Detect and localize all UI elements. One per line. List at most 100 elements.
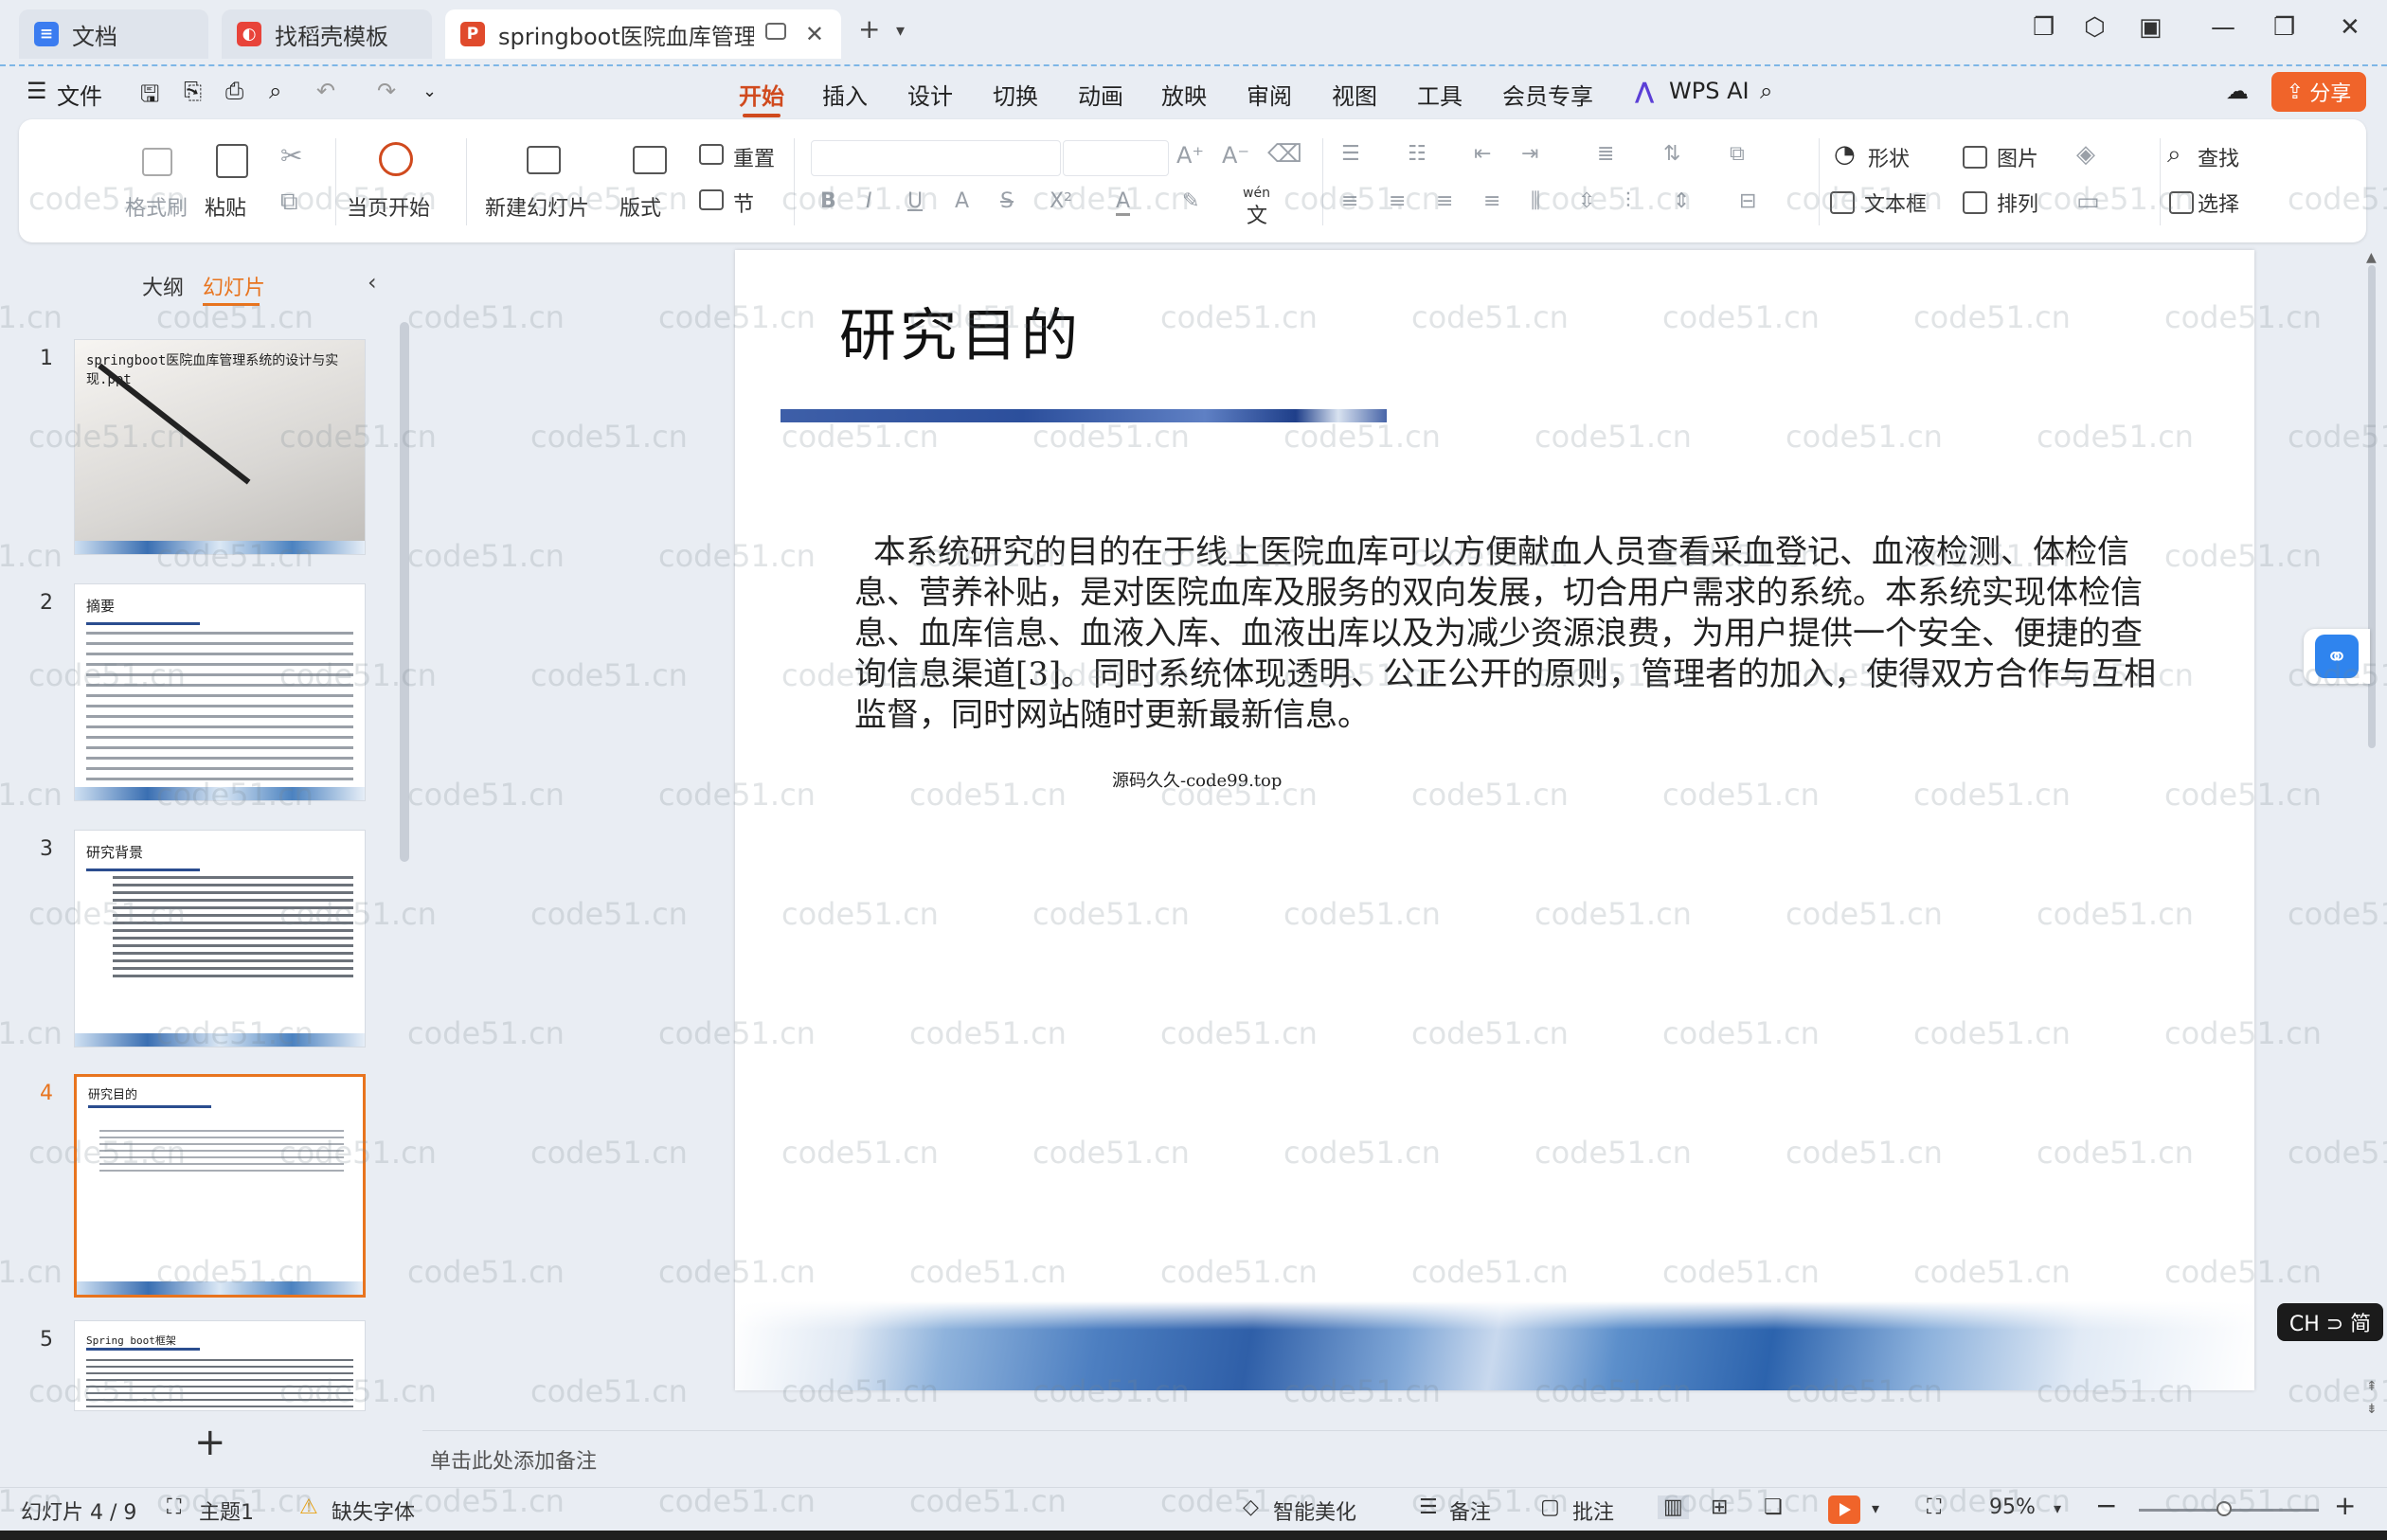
close-tab-icon[interactable]: ✕: [805, 21, 824, 47]
outline-icon[interactable]: ▭: [2076, 188, 2100, 216]
paragraph-spacing-icon[interactable]: ⇕: [1673, 189, 1690, 213]
redo-icon[interactable]: ↷: [377, 78, 396, 104]
font-color-icon[interactable]: A: [1116, 189, 1131, 216]
menu-view[interactable]: 视图: [1332, 78, 1377, 111]
save-icon[interactable]: 🖫: [140, 78, 159, 116]
add-slide-button[interactable]: +: [194, 1421, 226, 1464]
cut-icon[interactable]: ✂: [280, 140, 302, 171]
text-direction-icon[interactable]: ⇅: [1663, 142, 1680, 166]
highlight-icon[interactable]: ✎: [1182, 189, 1199, 213]
strikethrough-icon[interactable]: S: [1000, 189, 1014, 213]
next-slide-icon[interactable]: ⇟: [2366, 1402, 2378, 1417]
ime-indicator[interactable]: CH ⊃ 简: [2277, 1303, 2383, 1341]
menu-transition[interactable]: 切换: [993, 78, 1038, 111]
slide-4[interactable]: 研究目的 本系统研究的目的在于线上医院血库可以方便献血人员查看采血登记、血液检测…: [735, 250, 2254, 1390]
undo-icon[interactable]: ↶: [316, 78, 335, 104]
find-button[interactable]: 查找: [2198, 142, 2239, 172]
layout-button[interactable]: 版式: [619, 191, 661, 222]
fill-color-icon[interactable]: ◈: [2076, 140, 2095, 169]
slide-sorter-icon[interactable]: ⊞: [1711, 1495, 1728, 1519]
thumbnail-scrollbar[interactable]: [400, 322, 409, 862]
tab-templates[interactable]: ◐ 找稻壳模板: [222, 9, 432, 59]
normal-view-icon[interactable]: ▥: [1658, 1495, 1689, 1519]
menu-slideshow[interactable]: 放映: [1161, 78, 1207, 111]
cloud-upload-icon[interactable]: ☁: [2226, 78, 2249, 104]
menu-tools[interactable]: 工具: [1417, 78, 1463, 111]
more-chevron-icon[interactable]: ⌄: [422, 81, 437, 101]
tab-presentation[interactable]: P springboot医院血库管理系统 ✕: [445, 9, 841, 59]
align-right-icon[interactable]: ≡: [1436, 189, 1453, 213]
floating-collab-button[interactable]: ⚭: [2304, 629, 2370, 684]
minimize-icon[interactable]: —: [2211, 13, 2235, 42]
zoom-in-icon[interactable]: +: [2334, 1490, 2356, 1521]
tab-docs[interactable]: ≡ 文档: [19, 9, 208, 59]
notes-placeholder[interactable]: 单击此处添加备注: [430, 1444, 597, 1475]
arrange-button[interactable]: 排列: [1997, 188, 2038, 218]
distribute-icon[interactable]: ⫼: [1531, 189, 1540, 213]
font-grow-icon[interactable]: A⁺: [1176, 142, 1204, 169]
scroll-up-icon[interactable]: ▲: [2366, 250, 2377, 265]
slide-thumbnail-3[interactable]: 研究背景: [74, 830, 366, 1048]
fit-window-icon[interactable]: ⛶: [1927, 1495, 1941, 1519]
slide-thumbnail-5[interactable]: Spring boot框架: [74, 1320, 366, 1411]
search-icon[interactable]: ⌕: [1760, 78, 1772, 104]
tab-outline[interactable]: 大纲: [142, 271, 184, 301]
format-painter-button[interactable]: 格式刷: [125, 191, 188, 222]
increase-indent-icon[interactable]: ⇥: [1521, 142, 1538, 166]
menu-design[interactable]: 设计: [907, 78, 953, 111]
theme-name[interactable]: 主题1: [199, 1495, 254, 1526]
menu-member[interactable]: 会员专享: [1502, 78, 1593, 111]
font-size-select[interactable]: [1063, 140, 1169, 176]
new-tab-button[interactable]: +: [858, 13, 880, 45]
slide-thumbnail-4[interactable]: 研究目的: [74, 1074, 366, 1298]
zoom-chevron-icon[interactable]: ▾: [2054, 1499, 2061, 1517]
notes-pane[interactable]: 单击此处添加备注: [422, 1430, 2387, 1488]
wps-ai-icon[interactable]: ⋀: [1635, 78, 1654, 104]
play-from-current-button[interactable]: 当页开始: [347, 191, 430, 222]
new-slide-button[interactable]: 新建幻灯片: [485, 191, 589, 222]
italic-icon[interactable]: I: [866, 189, 872, 213]
window-mode-icon[interactable]: [765, 23, 786, 40]
zoom-level[interactable]: 95%: [1989, 1495, 2036, 1519]
smart-beautify-button[interactable]: 智能美化: [1273, 1495, 1356, 1526]
line-spacing-icon[interactable]: ≣: [1597, 142, 1614, 166]
share-button[interactable]: ⇪ 分享: [2271, 72, 2366, 112]
clear-format-icon[interactable]: ⌫: [1267, 140, 1302, 169]
zoom-slider-handle[interactable]: [2216, 1501, 2232, 1516]
slide-thumbnail-2[interactable]: 摘要: [74, 583, 366, 801]
vertical-align-icon[interactable]: ⇳: [1578, 189, 1595, 213]
shape-button[interactable]: 形状: [1868, 142, 1910, 172]
restore-icon[interactable]: ❐: [2033, 13, 2055, 42]
slideshow-options-chevron-icon[interactable]: ▾: [1872, 1499, 1879, 1517]
menu-file[interactable]: 文件: [57, 78, 102, 111]
bold-icon[interactable]: B: [820, 189, 836, 213]
close-window-icon[interactable]: ✕: [2340, 13, 2360, 42]
menu-home[interactable]: 开始: [739, 78, 784, 111]
comment-button[interactable]: 批注: [1572, 1495, 1614, 1526]
chevron-down-icon[interactable]: ▾: [896, 21, 905, 41]
maximize-icon[interactable]: ❐: [2273, 13, 2295, 42]
zoom-out-icon[interactable]: −: [2095, 1490, 2117, 1521]
underline-icon[interactable]: U: [907, 189, 923, 213]
font-shrink-icon[interactable]: A⁻: [1222, 142, 1249, 169]
reset-button[interactable]: 重置: [733, 142, 775, 172]
reading-view-icon[interactable]: ❏: [1764, 1495, 1783, 1519]
copy-icon[interactable]: ⧉: [280, 188, 298, 217]
text-effect-icon[interactable]: A: [955, 189, 969, 213]
superscript-icon[interactable]: X²: [1050, 189, 1072, 213]
text-align-box-icon[interactable]: ⊟: [1739, 189, 1756, 213]
notes-toggle-button[interactable]: 备注: [1449, 1495, 1491, 1526]
font-family-select[interactable]: [811, 140, 1061, 176]
decrease-indent-icon[interactable]: ⇤: [1474, 142, 1491, 166]
slide-body-text[interactable]: 本系统研究的目的在于线上医院血库可以方便献血人员查看采血登记、血液检测、体检信息…: [854, 532, 2162, 736]
print-preview-icon[interactable]: ⌕: [269, 78, 281, 104]
menu-insert[interactable]: 插入: [822, 78, 868, 111]
justify-icon[interactable]: ≡: [1483, 189, 1500, 213]
menu-animation[interactable]: 动画: [1078, 78, 1123, 111]
menu-wps-ai[interactable]: WPS AI: [1669, 78, 1750, 104]
select-button[interactable]: 选择: [2198, 188, 2239, 218]
slideshow-play-button[interactable]: [1828, 1495, 1860, 1524]
section-button[interactable]: 节: [733, 188, 754, 218]
menu-hamburger-icon[interactable]: ☰: [27, 78, 47, 104]
column-icon[interactable]: ⫶: [1625, 189, 1631, 213]
